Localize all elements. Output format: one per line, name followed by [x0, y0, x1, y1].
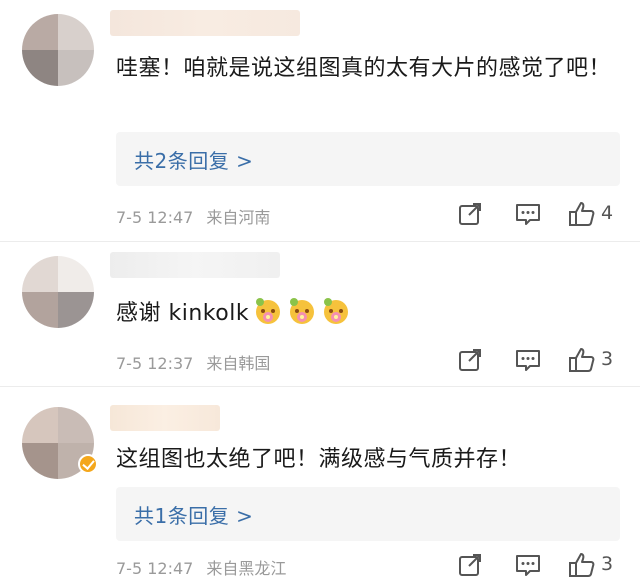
comment-icon[interactable]	[514, 346, 542, 374]
comment-text-content: 感谢 kinkolk	[116, 301, 250, 326]
comment-icon[interactable]	[514, 551, 542, 579]
thumbs-up-icon[interactable]	[568, 346, 596, 374]
share-icon[interactable]	[456, 346, 484, 374]
username-blurred[interactable]	[110, 252, 280, 278]
username-blurred[interactable]	[110, 10, 300, 36]
avatar[interactable]	[22, 256, 94, 328]
share-icon[interactable]	[456, 551, 484, 579]
comment-time: 7-5 12:47	[116, 208, 194, 227]
comment-actions: 3	[456, 551, 626, 579]
reply-box: 共2条回复 >	[116, 132, 620, 186]
share-icon[interactable]	[456, 200, 484, 228]
comment-time: 7-5 12:47	[116, 559, 194, 578]
verified-badge-icon	[78, 454, 98, 474]
comment-location: 来自黑龙江	[206, 559, 287, 578]
username-blurred[interactable]	[110, 405, 220, 431]
comment-actions: 3	[456, 346, 626, 374]
flower-face-emoji	[287, 296, 317, 326]
flower-face-emoji	[253, 296, 283, 326]
comment-item: 这组图也太绝了吧！满级感与气质并存！ 共1条回复 > 7-5 12:47 来自黑…	[0, 386, 640, 583]
like-count: 4	[601, 202, 614, 224]
comment-time: 7-5 12:37	[116, 354, 194, 373]
comment-meta: 7-5 12:47 来自黑龙江	[116, 555, 294, 579]
comment-actions: 4	[456, 200, 626, 228]
comment-icon[interactable]	[514, 200, 542, 228]
thumbs-up-icon[interactable]	[568, 551, 596, 579]
comment-meta: 7-5 12:37 来自韩国	[116, 350, 278, 374]
thumbs-up-icon[interactable]	[568, 200, 596, 228]
reply-box: 共1条回复 >	[116, 487, 620, 541]
comment-item: 感谢 kinkolk 7-5 12:37 来自韩国 3	[0, 241, 640, 386]
comment-text: 感谢 kinkolk	[116, 296, 616, 331]
flower-face-emoji	[321, 296, 351, 326]
comment-location: 来自韩国	[206, 354, 271, 373]
comment-text: 这组图也太绝了吧！满级感与气质并存！	[116, 447, 522, 472]
comment-item: 哇塞！咱就是说这组图真的太有大片的感觉了吧！ 共2条回复 > 7-5 12:47…	[0, 0, 640, 241]
comment-location: 来自河南	[206, 208, 271, 227]
comment-text: 哇塞！咱就是说这组图真的太有大片的感觉了吧！	[116, 56, 612, 81]
like-count: 3	[601, 553, 614, 575]
like-count: 3	[601, 348, 614, 370]
view-replies-link[interactable]: 共2条回复 >	[134, 145, 253, 174]
comment-meta: 7-5 12:47 来自河南	[116, 204, 278, 228]
avatar[interactable]	[22, 14, 94, 86]
view-replies-link[interactable]: 共1条回复 >	[134, 500, 253, 529]
